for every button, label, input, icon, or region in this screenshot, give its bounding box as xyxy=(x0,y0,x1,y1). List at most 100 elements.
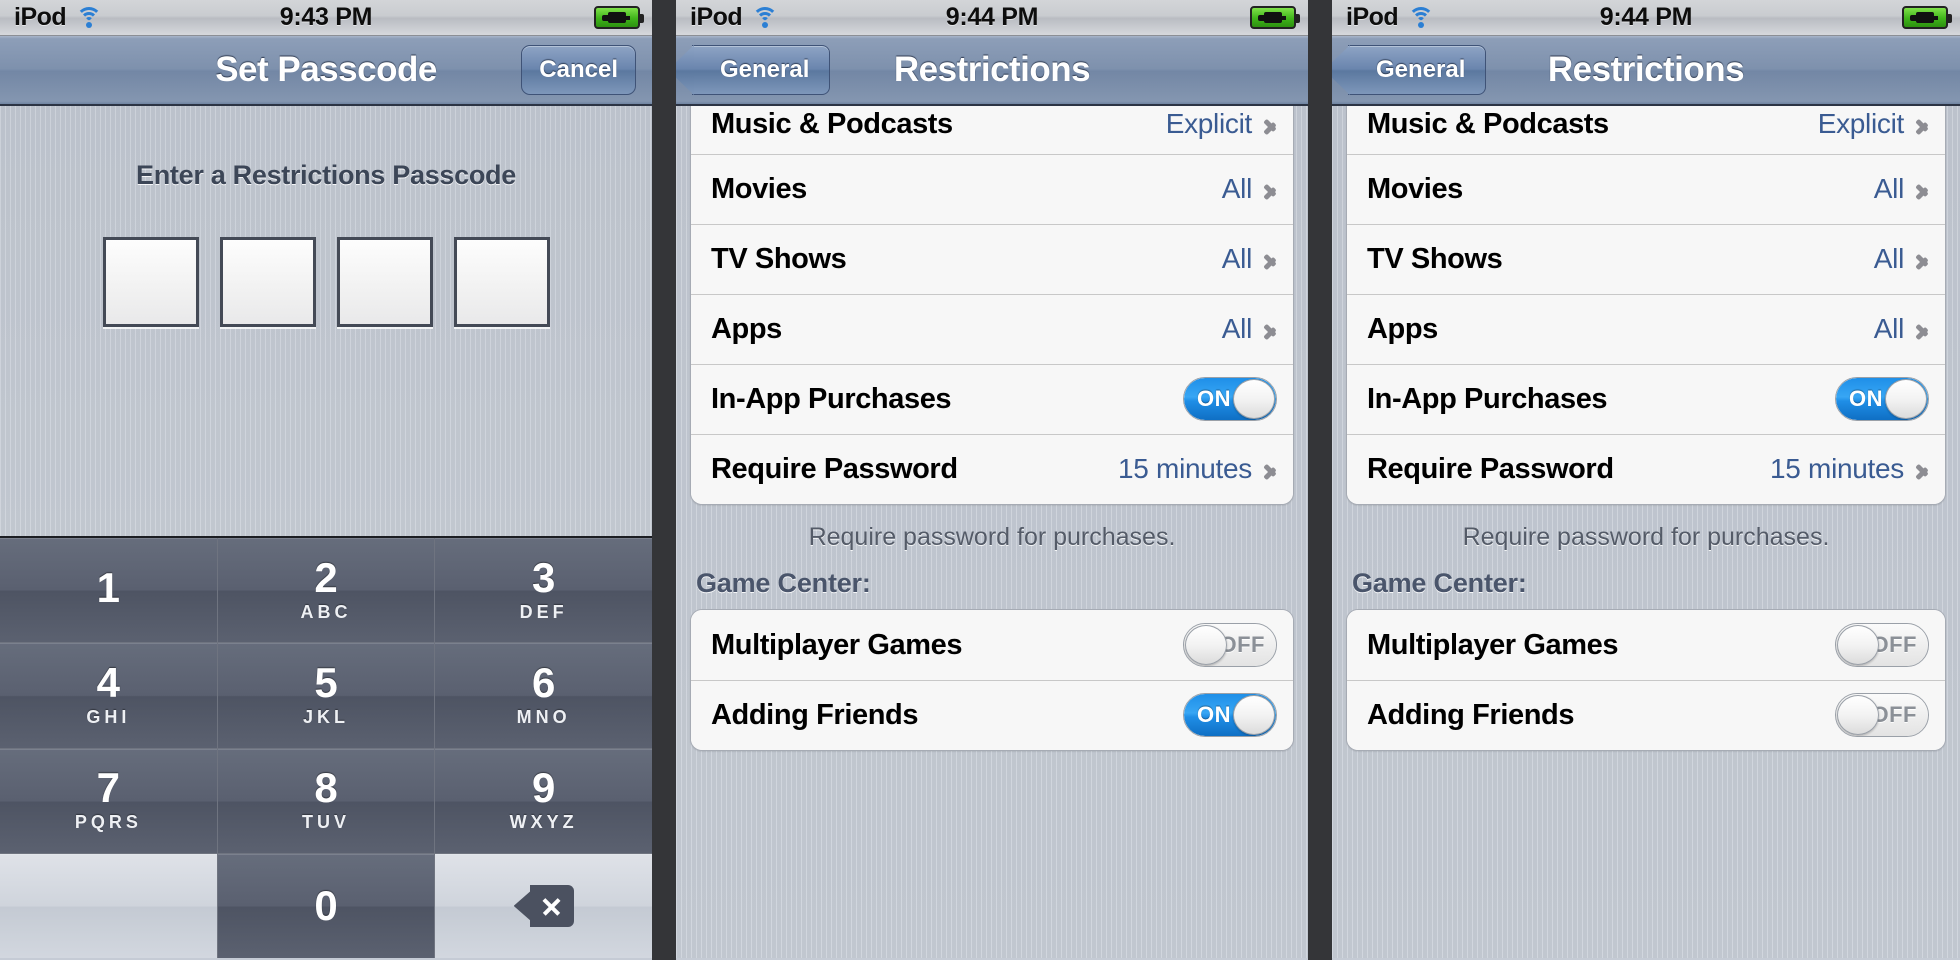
table-row[interactable]: Require Password 15 minutes xyxy=(1347,434,1945,504)
row-label: Require Password xyxy=(1367,452,1614,485)
row-value: All xyxy=(1221,173,1253,204)
row-accessory: ON xyxy=(1183,377,1277,421)
three-panel-screenshot: iPod 9:43 PM Set Passcode Cancel Enter a… xyxy=(0,0,1960,960)
table-row[interactable]: Require Password 15 minutes xyxy=(691,434,1293,504)
row-accessory: ON xyxy=(1835,377,1929,421)
back-button-label: General xyxy=(1376,56,1466,83)
table-row[interactable]: In-App Purchases ON xyxy=(1347,364,1945,434)
settings-scroll-area[interactable]: Music & Podcasts Explicit Movies All TV … xyxy=(1332,106,1960,958)
table-row[interactable]: Movies All xyxy=(691,154,1293,224)
toggle-in-app-purchases[interactable]: ON xyxy=(1183,377,1277,421)
row-label: Multiplayer Games xyxy=(1367,628,1619,661)
section-header-game-center: Game Center: xyxy=(1352,568,1527,598)
row-accessory: All xyxy=(1874,243,1929,275)
numeric-keypad: 1 2 ABC 3 DEF 4 GHI 5 JKL 6 MNO 7 PQRS 8 TUV 9W… xyxy=(0,538,652,958)
row-label: Apps xyxy=(1367,312,1438,345)
status-bar: iPod 9:44 PM xyxy=(1332,0,1960,36)
row-value: 15 minutes xyxy=(1770,453,1904,484)
keypad-key-7[interactable]: 7 PQRS xyxy=(0,748,217,853)
keypad-key-3[interactable]: 3 DEF xyxy=(435,538,652,643)
keypad-key-8[interactable]: 8 TUV xyxy=(217,748,435,853)
table-row[interactable]: Multiplayer Games OFF xyxy=(691,610,1293,680)
key-number: 5 xyxy=(314,658,338,706)
chevron-right-icon xyxy=(1916,458,1929,481)
toggle-state-label: ON xyxy=(1197,702,1231,727)
passcode-digit-box[interactable] xyxy=(453,237,550,327)
table-row[interactable]: Adding Friends ON xyxy=(691,680,1293,750)
keypad-key-4[interactable]: 4 GHI xyxy=(0,643,217,748)
toggle-knob xyxy=(1885,379,1927,419)
group-footnote: Require password for purchases. xyxy=(808,523,1176,551)
row-label: Music & Podcasts xyxy=(711,108,953,140)
group-footnote: Require password for purchases. xyxy=(1462,523,1830,551)
key-letters: WXYZ xyxy=(509,812,578,833)
row-label: In-App Purchases xyxy=(1367,382,1608,415)
key-letters: TUV xyxy=(301,812,350,833)
chevron-right-icon xyxy=(1264,318,1277,341)
keypad-key-6[interactable]: 6 MNO xyxy=(435,643,652,748)
row-label: TV Shows xyxy=(711,242,847,275)
toggle-adding-friends[interactable]: OFF xyxy=(1835,693,1929,737)
keypad-key-0[interactable]: 0 xyxy=(217,853,435,958)
toggle-adding-friends[interactable]: ON xyxy=(1183,693,1277,737)
table-row[interactable]: Apps All xyxy=(691,294,1293,364)
row-accessory: 15 minutes xyxy=(1770,453,1929,485)
row-accessory: OFF xyxy=(1835,623,1929,667)
chevron-right-icon xyxy=(1916,178,1929,201)
table-row[interactable]: Multiplayer Games OFF xyxy=(1347,610,1945,680)
keypad-key-2[interactable]: 2 ABC xyxy=(217,538,435,643)
row-label: Movies xyxy=(1367,172,1463,205)
toggle-knob xyxy=(1185,625,1227,665)
cancel-button[interactable]: Cancel xyxy=(521,45,636,95)
toggle-state-label: ON xyxy=(1197,386,1231,411)
chevron-right-icon xyxy=(1916,113,1929,136)
keypad-key-9[interactable]: 9 WXYZ xyxy=(435,748,652,853)
status-clock: 9:44 PM xyxy=(945,3,1039,31)
toggle-multiplayer-games[interactable]: OFF xyxy=(1183,623,1277,667)
key-letters: JKL xyxy=(302,706,349,727)
key-number: 4 xyxy=(96,658,120,706)
back-button-general[interactable]: General xyxy=(676,45,831,95)
row-value: All xyxy=(1873,243,1905,274)
table-row[interactable]: Music & Podcasts Explicit xyxy=(1347,106,1945,154)
keypad-delete-button[interactable] xyxy=(435,853,652,958)
chevron-right-icon xyxy=(1916,318,1929,341)
navigation-bar: Set Passcode Cancel xyxy=(0,36,652,106)
battery-charging-icon xyxy=(1902,6,1952,29)
toggle-in-app-purchases[interactable]: ON xyxy=(1835,377,1929,421)
key-number: 9 xyxy=(531,764,556,812)
table-row[interactable]: Adding Friends OFF xyxy=(1347,680,1945,750)
row-value: Explicit xyxy=(1165,108,1253,139)
key-number: 1 xyxy=(96,564,120,612)
toggle-knob xyxy=(1837,625,1879,665)
passcode-digit-box[interactable] xyxy=(219,237,316,327)
keypad-key-5[interactable]: 5 JKL xyxy=(217,643,435,748)
row-label: Adding Friends xyxy=(711,698,919,731)
back-button-general[interactable]: General xyxy=(1332,45,1487,95)
table-row[interactable]: Apps All xyxy=(1347,294,1945,364)
status-bar: iPod 9:43 PM xyxy=(0,0,652,36)
passcode-digit-box[interactable] xyxy=(336,237,433,327)
key-number: 6 xyxy=(531,658,556,706)
navigation-bar: General Restrictions xyxy=(676,36,1308,106)
row-accessory: Explicit xyxy=(1166,108,1277,140)
row-value: All xyxy=(1221,243,1253,274)
row-accessory: 15 minutes xyxy=(1118,453,1277,485)
panel-divider xyxy=(1308,0,1332,960)
table-row[interactable]: TV Shows All xyxy=(691,224,1293,294)
chevron-right-icon xyxy=(1264,113,1277,136)
table-row[interactable]: In-App Purchases ON xyxy=(691,364,1293,434)
keypad-key-blank xyxy=(0,853,217,958)
table-row[interactable]: Music & Podcasts Explicit xyxy=(691,106,1293,154)
status-clock: 9:44 PM xyxy=(1599,3,1693,31)
keypad-key-1[interactable]: 1 xyxy=(0,538,217,643)
table-row[interactable]: Movies All xyxy=(1347,154,1945,224)
toggle-multiplayer-games[interactable]: OFF xyxy=(1835,623,1929,667)
toggle-knob xyxy=(1837,695,1879,735)
row-accessory: All xyxy=(1874,173,1929,205)
table-row[interactable]: TV Shows All xyxy=(1347,224,1945,294)
panel-divider xyxy=(652,0,676,960)
row-value: Explicit xyxy=(1817,108,1905,139)
passcode-digit-box[interactable] xyxy=(102,237,199,327)
settings-scroll-area[interactable]: Music & Podcasts Explicit Movies All TV … xyxy=(676,106,1308,958)
